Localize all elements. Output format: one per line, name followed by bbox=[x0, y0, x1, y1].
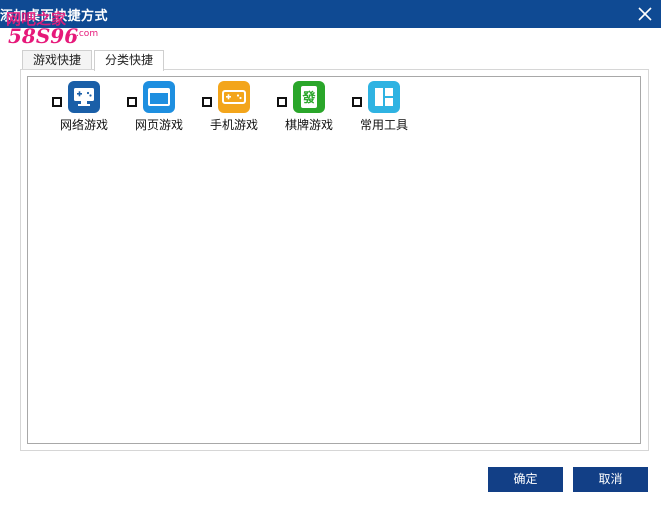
monitor-gamepad-icon bbox=[68, 81, 100, 113]
category-label: 常用工具 bbox=[360, 118, 409, 132]
mahjong-tile-icon: 發 bbox=[293, 81, 325, 113]
checkbox-board-games[interactable] bbox=[277, 97, 287, 107]
category-board-games[interactable]: 發 棋牌游戏 bbox=[277, 81, 357, 141]
tab-category-shortcuts[interactable]: 分类快捷 bbox=[94, 50, 165, 71]
category-label: 网络游戏 bbox=[60, 118, 109, 132]
browser-window-icon bbox=[143, 81, 175, 113]
category-tools[interactable]: 常用工具 bbox=[352, 81, 432, 141]
handheld-game-icon bbox=[218, 81, 250, 113]
tab-panel: 网络游戏 网页游戏 手机游戏 發 棋牌游戏 常用工具 bbox=[20, 69, 649, 451]
category-label: 手机游戏 bbox=[210, 118, 259, 132]
checkbox-online-games[interactable] bbox=[52, 97, 62, 107]
tools-grid-icon bbox=[368, 81, 400, 113]
cancel-button[interactable]: 取消 bbox=[573, 467, 648, 492]
checkbox-mobile-games[interactable] bbox=[202, 97, 212, 107]
svg-text:發: 發 bbox=[301, 90, 315, 106]
title-bar: 添加桌面快捷方式 bbox=[0, 0, 661, 28]
category-mobile-games[interactable]: 手机游戏 bbox=[202, 81, 282, 141]
category-label: 棋牌游戏 bbox=[285, 118, 334, 132]
tab-game-shortcuts[interactable]: 游戏快捷 bbox=[22, 50, 93, 70]
checkbox-web-games[interactable] bbox=[127, 97, 137, 107]
category-online-games[interactable]: 网络游戏 bbox=[52, 81, 132, 141]
svg-text:.com: .com bbox=[76, 29, 98, 39]
checkbox-tools[interactable] bbox=[352, 97, 362, 107]
window-title: 添加桌面快捷方式 bbox=[0, 9, 109, 24]
confirm-button[interactable]: 确定 bbox=[488, 467, 563, 492]
close-button[interactable] bbox=[635, 4, 655, 24]
close-icon bbox=[638, 7, 652, 21]
category-list: 网络游戏 网页游戏 手机游戏 發 棋牌游戏 常用工具 bbox=[27, 76, 641, 444]
category-web-games[interactable]: 网页游戏 bbox=[127, 81, 207, 141]
category-label: 网页游戏 bbox=[135, 118, 184, 132]
